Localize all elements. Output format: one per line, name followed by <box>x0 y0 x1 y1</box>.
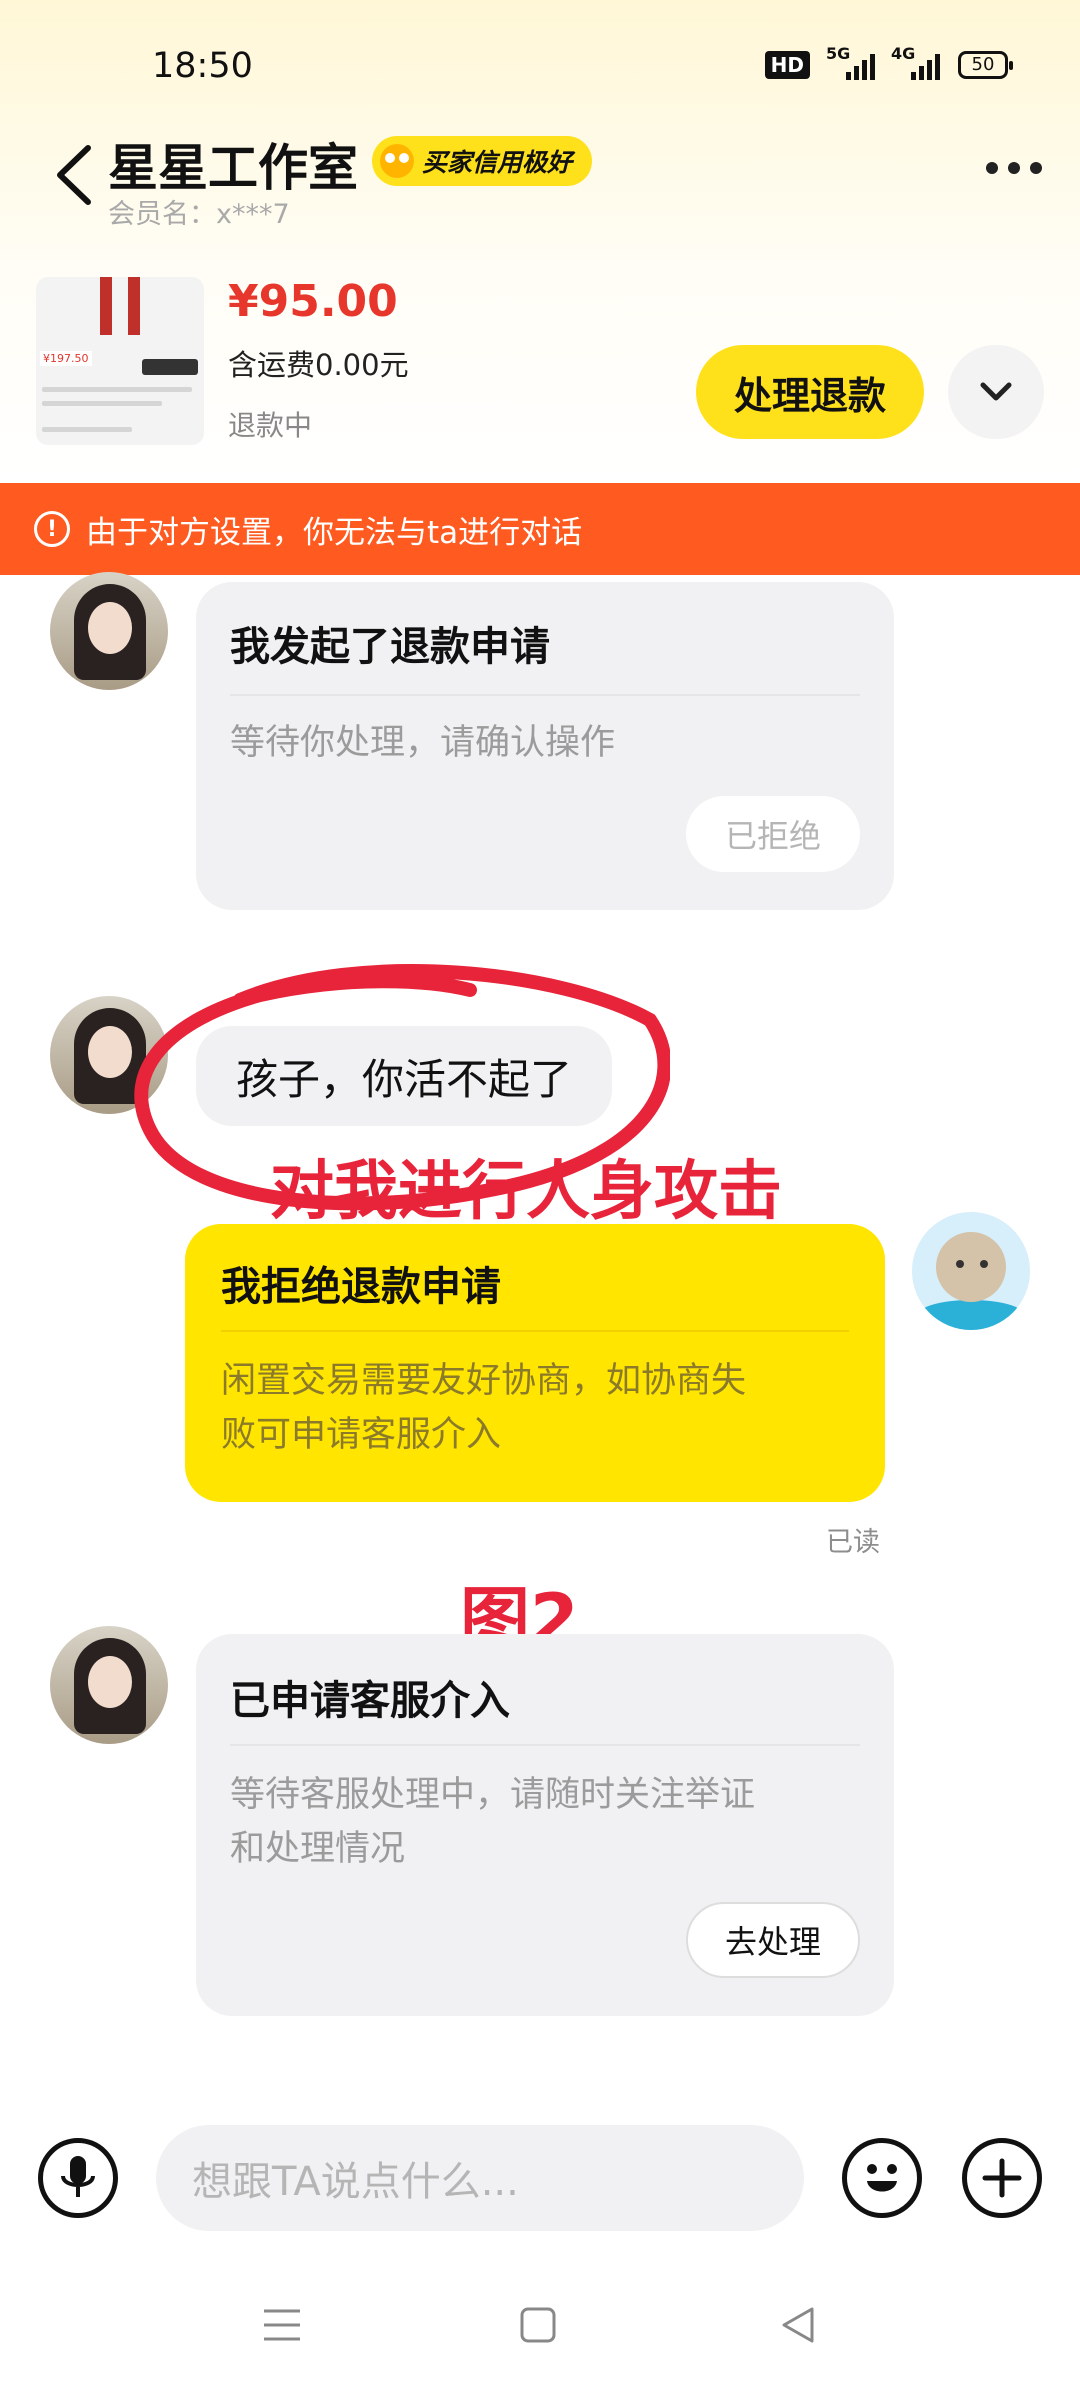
chevron-down-icon <box>980 382 1012 401</box>
microphone-icon <box>61 2156 95 2197</box>
service-title: 已申请客服介入 <box>230 1678 510 1724</box>
avatar[interactable] <box>50 572 168 690</box>
rejected-button[interactable]: 已拒绝 <box>686 796 860 872</box>
hd-icon: HD <box>764 51 810 79</box>
add-button[interactable] <box>962 2138 1042 2218</box>
plus-icon <box>982 2158 1022 2198</box>
warning-text: 由于对方设置，你无法与ta进行对话 <box>86 514 583 551</box>
refund-request-body: 等待你处理，请确认操作 <box>230 723 616 763</box>
home-square-icon <box>520 2307 556 2343</box>
message-input[interactable]: 想跟TA说点什么... <box>156 2125 804 2231</box>
warning-banner: ! 由于对方设置，你无法与ta进行对话 <box>0 483 1080 575</box>
reject-body: 闲置交易需要友好协商，如协商失 败可申请客服介入 <box>221 1361 747 1455</box>
credit-badge-label: 买家信用极好 <box>422 148 573 177</box>
shipping-fee: 含运费0.00元 <box>228 348 409 382</box>
signal-5g-icon: 5G <box>826 44 875 80</box>
smiley-icon <box>867 2164 897 2192</box>
more-options-icon[interactable] <box>986 162 1042 174</box>
menu-icon <box>264 2309 300 2341</box>
member-name: 会员名：x***7 <box>108 199 290 230</box>
back-button[interactable] <box>50 140 100 210</box>
status-icons: HD 5G 4G 50 <box>764 44 1013 80</box>
read-status: 已读 <box>826 1527 880 1558</box>
chat-title: 星星工作室 <box>108 139 358 197</box>
annotation-attack: 对我进行人身攻击 <box>270 1155 782 1229</box>
reject-title: 我拒绝退款申请 <box>221 1264 501 1310</box>
service-body: 等待客服处理中，请随时关注举证 和处理情况 <box>230 1775 756 1869</box>
status-time: 18:50 <box>152 46 253 86</box>
menu-nav-button[interactable] <box>252 2300 312 2350</box>
product-thumbnail[interactable]: ¥197.50 <box>36 277 204 445</box>
thumb-price: ¥197.50 <box>40 351 92 366</box>
credit-badge: 买家信用极好 <box>372 136 593 186</box>
warning-icon: ! <box>34 511 70 547</box>
my-avatar[interactable] <box>912 1212 1030 1330</box>
refund-status: 退款中 <box>228 409 313 442</box>
avatar[interactable] <box>50 1626 168 1744</box>
service-card: 已申请客服介入 等待客服处理中，请随时关注举证 和处理情况 去处理 <box>196 1634 894 2016</box>
voice-button[interactable] <box>38 2138 118 2218</box>
expand-button[interactable] <box>948 345 1044 439</box>
home-nav-button[interactable] <box>508 2300 568 2350</box>
card-divider <box>221 1330 849 1332</box>
emoji-button[interactable] <box>842 2138 922 2218</box>
card-divider <box>230 1744 860 1746</box>
product-price: ¥95.00 <box>228 276 398 327</box>
reject-card: 我拒绝退款申请 闲置交易需要友好协商，如协商失 败可申请客服介入 <box>185 1224 885 1502</box>
card-divider <box>230 694 860 696</box>
refund-request-card: 我发起了退款申请 等待你处理，请确认操作 已拒绝 <box>196 582 894 910</box>
back-triangle-icon <box>782 2307 814 2343</box>
go-handle-button[interactable]: 去处理 <box>686 1902 860 1978</box>
emoji-icon <box>380 144 414 178</box>
back-nav-button[interactable] <box>768 2300 828 2350</box>
signal-4g-icon: 4G <box>891 44 940 80</box>
refund-request-title: 我发起了退款申请 <box>230 624 550 670</box>
process-refund-button[interactable]: 处理退款 <box>696 345 924 439</box>
back-arrow-icon <box>57 145 91 205</box>
battery-icon: 50 <box>958 51 1013 79</box>
